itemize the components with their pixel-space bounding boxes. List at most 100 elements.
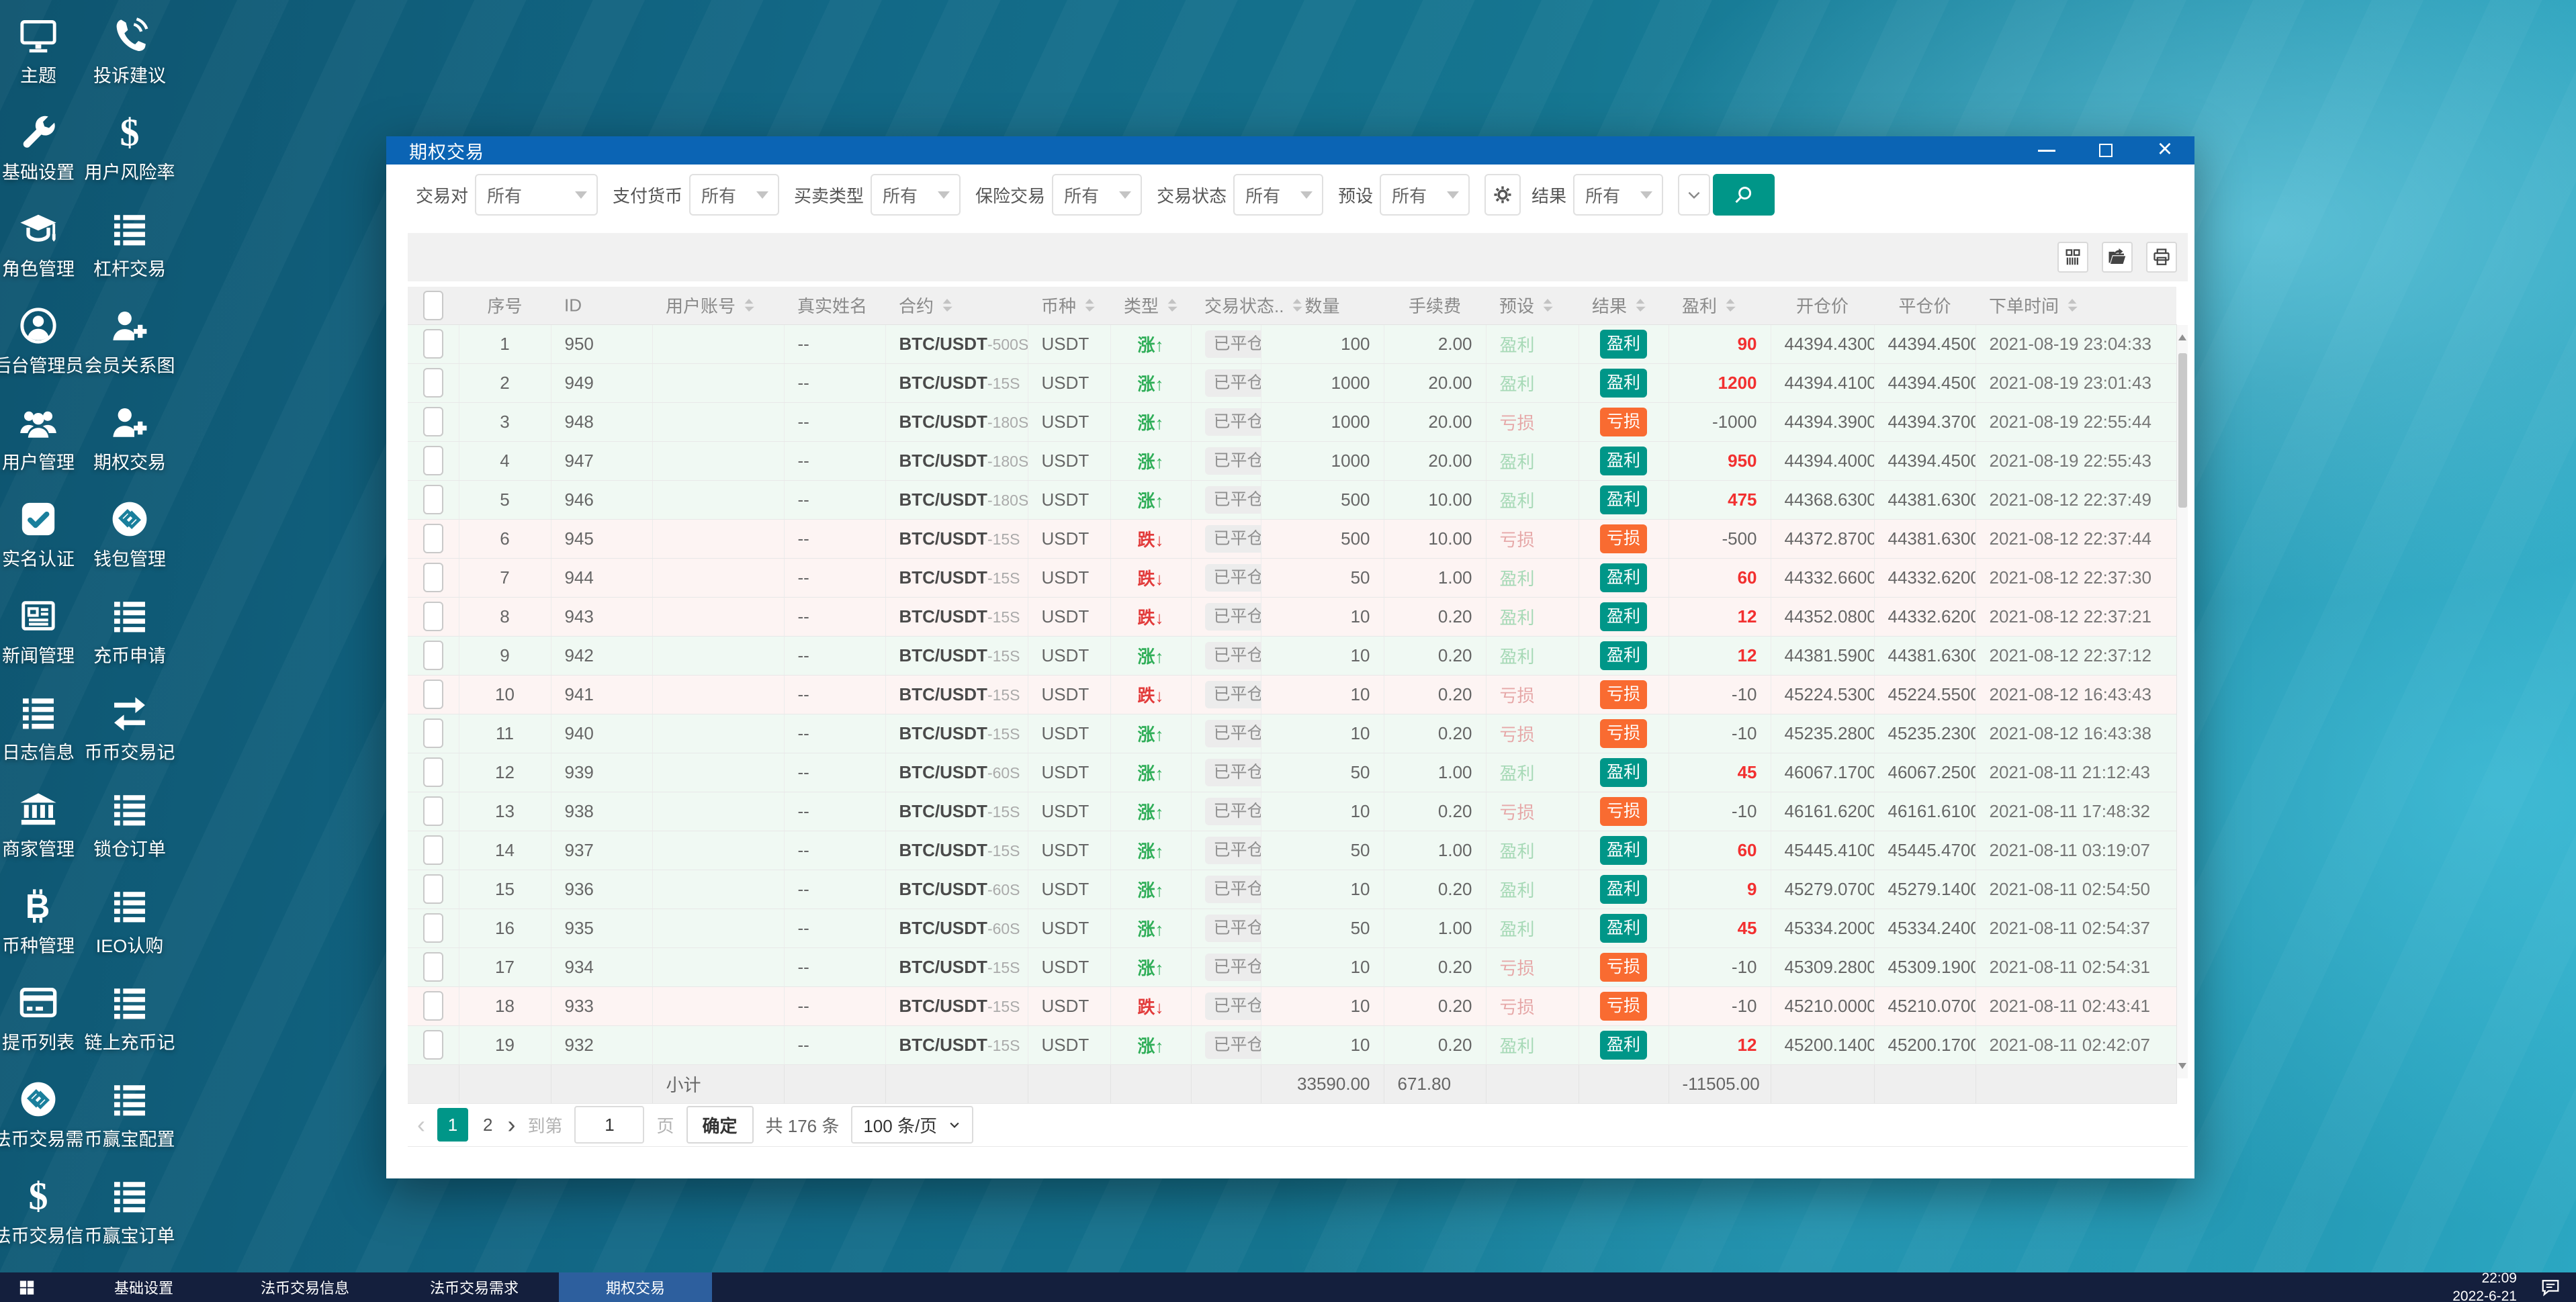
window-titlebar[interactable]: 期权交易 × [386,136,2194,165]
row-checkbox[interactable] [423,1030,443,1060]
desktop-icon-IEO认购[interactable]: IEO认购 [84,886,175,983]
select-all-checkbox[interactable] [423,290,443,320]
columns-button[interactable] [2057,242,2088,273]
desktop-icon-基础设置[interactable]: 基础设置 [0,113,84,210]
vertical-scrollbar[interactable] [2176,325,2188,1078]
column-header-盈利[interactable]: 盈利 [1669,287,1771,325]
taskbar-item-期权交易[interactable]: 期权交易 [559,1272,712,1302]
next-page-button[interactable]: › [507,1113,515,1137]
filter-select-支付货币[interactable]: 所有 [689,174,780,216]
column-header-下单时间[interactable]: 下单时间 [1975,287,2176,325]
table-row: 11 940 -- BTC/USDT-15S USDT 涨↑ 已平仓 10 0.20 亏损 亏损 -1… [408,714,2177,753]
row-checkbox[interactable] [423,602,443,631]
row-checkbox[interactable] [423,368,443,398]
page-number-1[interactable]: 1 [437,1108,468,1142]
desktop-icon-币赢宝订单[interactable]: 币赢宝订单 [84,1176,175,1272]
desktop-icon-会员关系图[interactable]: 会员关系图 [84,306,175,403]
desktop-icon-币币交易记[interactable]: 币币交易记 [84,693,175,790]
filter-select-保险交易[interactable]: 所有 [1052,174,1143,216]
page-number-2[interactable]: 2 [480,1115,495,1135]
cell-contract: BTC/USDT-15S [885,831,1028,870]
cell-type: 涨↑ [1110,1025,1192,1065]
desktop-icon-角色管理[interactable]: 角色管理 [0,210,84,306]
goto-page-input[interactable] [574,1106,645,1144]
confirm-button[interactable]: 确定 [686,1106,754,1144]
column-header-预设[interactable]: 预设 [1486,287,1579,325]
column-header-币种[interactable]: 币种 [1028,287,1110,325]
column-header-类型[interactable]: 类型 [1110,287,1191,325]
desktop-icon-锁仓订单[interactable]: 锁仓订单 [84,790,175,886]
cell-qty: 10 [1261,714,1384,753]
desktop-icon-商家管理[interactable]: 商家管理 [0,790,84,886]
cell-qty: 50 [1261,909,1384,948]
desktop-icon-投诉建议[interactable]: 投诉建议 [84,16,175,113]
row-checkbox[interactable] [423,485,443,514]
row-checkbox[interactable] [423,952,443,982]
desktop-icon-币种管理[interactable]: B 币种管理 [0,886,84,983]
desktop-icon-日志信息[interactable]: 日志信息 [0,693,84,790]
desktop-icon-用户风险率[interactable]: $ 用户风险率 [84,113,175,210]
row-checkbox[interactable] [423,796,443,826]
taskbar-item-法币交易信息[interactable]: 法币交易信息 [220,1272,390,1302]
print-button[interactable] [2146,242,2177,273]
row-checkbox[interactable] [423,874,443,904]
close-button[interactable]: × [2135,136,2194,165]
desktop-icon-新闻管理[interactable]: 新闻管理 [0,596,84,693]
desktop-icon-用户管理[interactable]: 用户管理 [0,403,84,500]
desktop-icon-label: 主题 [20,66,56,86]
row-checkbox[interactable] [423,524,443,553]
status-badge: 已平仓 [1204,447,1260,475]
maximize-button[interactable] [2076,136,2135,165]
filter-select-交易状态[interactable]: 所有 [1233,174,1324,216]
start-button[interactable] [0,1272,54,1302]
prev-page-button[interactable]: ‹ [417,1113,425,1137]
column-header-合约[interactable]: 合约 [885,287,1028,325]
minimize-button[interactable] [2017,136,2076,165]
desktop-icon-杠杆交易[interactable]: 杠杆交易 [84,210,175,306]
row-checkbox[interactable] [423,913,443,943]
cell-seq: 8 [459,597,551,637]
filter-settings-button[interactable] [1484,174,1521,216]
export-button[interactable] [2102,242,2133,273]
desktop-icon-币赢宝配置[interactable]: 币赢宝配置 [84,1080,175,1176]
row-checkbox[interactable] [423,835,443,865]
row-checkbox[interactable] [423,757,443,787]
filter-select-交易对[interactable]: 所有 [475,174,598,216]
desktop-icon-法币交易需[interactable]: 法币交易需 [0,1080,84,1176]
search-button[interactable] [1713,174,1775,216]
desktop-icon-后台管理员[interactable]: 后台管理员 [0,306,84,403]
desktop-icon-实名认证[interactable]: 实名认证 [0,500,84,596]
row-checkbox[interactable] [423,563,443,592]
filter-select-预设[interactable]: 所有 [1380,174,1470,216]
scroll-down-arrow-icon[interactable] [2177,1056,2188,1077]
cell-close-price: 44381.6300 [1874,519,1976,559]
row-checkbox[interactable] [423,641,443,670]
filter-select-结果[interactable]: 所有 [1573,174,1664,216]
row-checkbox[interactable] [423,446,443,475]
row-checkbox[interactable] [423,329,443,359]
column-header-用户账号[interactable]: 用户账号 [652,287,784,325]
cell-result: 亏损 [1579,792,1669,831]
desktop-icon-钱包管理[interactable]: 钱包管理 [84,500,175,596]
filter-select-买卖类型[interactable]: 所有 [871,174,961,216]
row-checkbox[interactable] [423,718,443,748]
row-checkbox[interactable] [423,407,443,436]
scroll-up-arrow-icon[interactable] [2177,326,2188,348]
column-header-结果[interactable]: 结果 [1579,287,1669,325]
row-checkbox[interactable] [423,991,443,1021]
taskbar-item-基础设置[interactable]: 基础设置 [67,1272,220,1302]
taskbar-clock[interactable]: 22:09 2022-6-21 [2452,1269,2517,1302]
more-filters-button[interactable] [1678,174,1711,216]
page-size-select[interactable]: 100 条/页 [851,1106,974,1144]
desktop-icon-充币申请[interactable]: 充币申请 [84,596,175,693]
desktop-icon-链上充币记[interactable]: 链上充币记 [84,983,175,1080]
row-checkbox[interactable] [423,680,443,709]
desktop-icon-提币列表[interactable]: 提币列表 [0,983,84,1080]
column-header-交易状态..[interactable]: 交易状态.. [1191,287,1303,325]
desktop-icon-期权交易[interactable]: 期权交易 [84,403,175,500]
scrollbar-thumb[interactable] [2178,353,2187,508]
taskbar-item-法币交易需求[interactable]: 法币交易需求 [390,1272,559,1302]
desktop-icon-法币交易信[interactable]: $ 法币交易信 [0,1176,84,1272]
action-center-button[interactable] [2536,1272,2565,1302]
desktop-icon-主题[interactable]: 主题 [0,16,84,113]
